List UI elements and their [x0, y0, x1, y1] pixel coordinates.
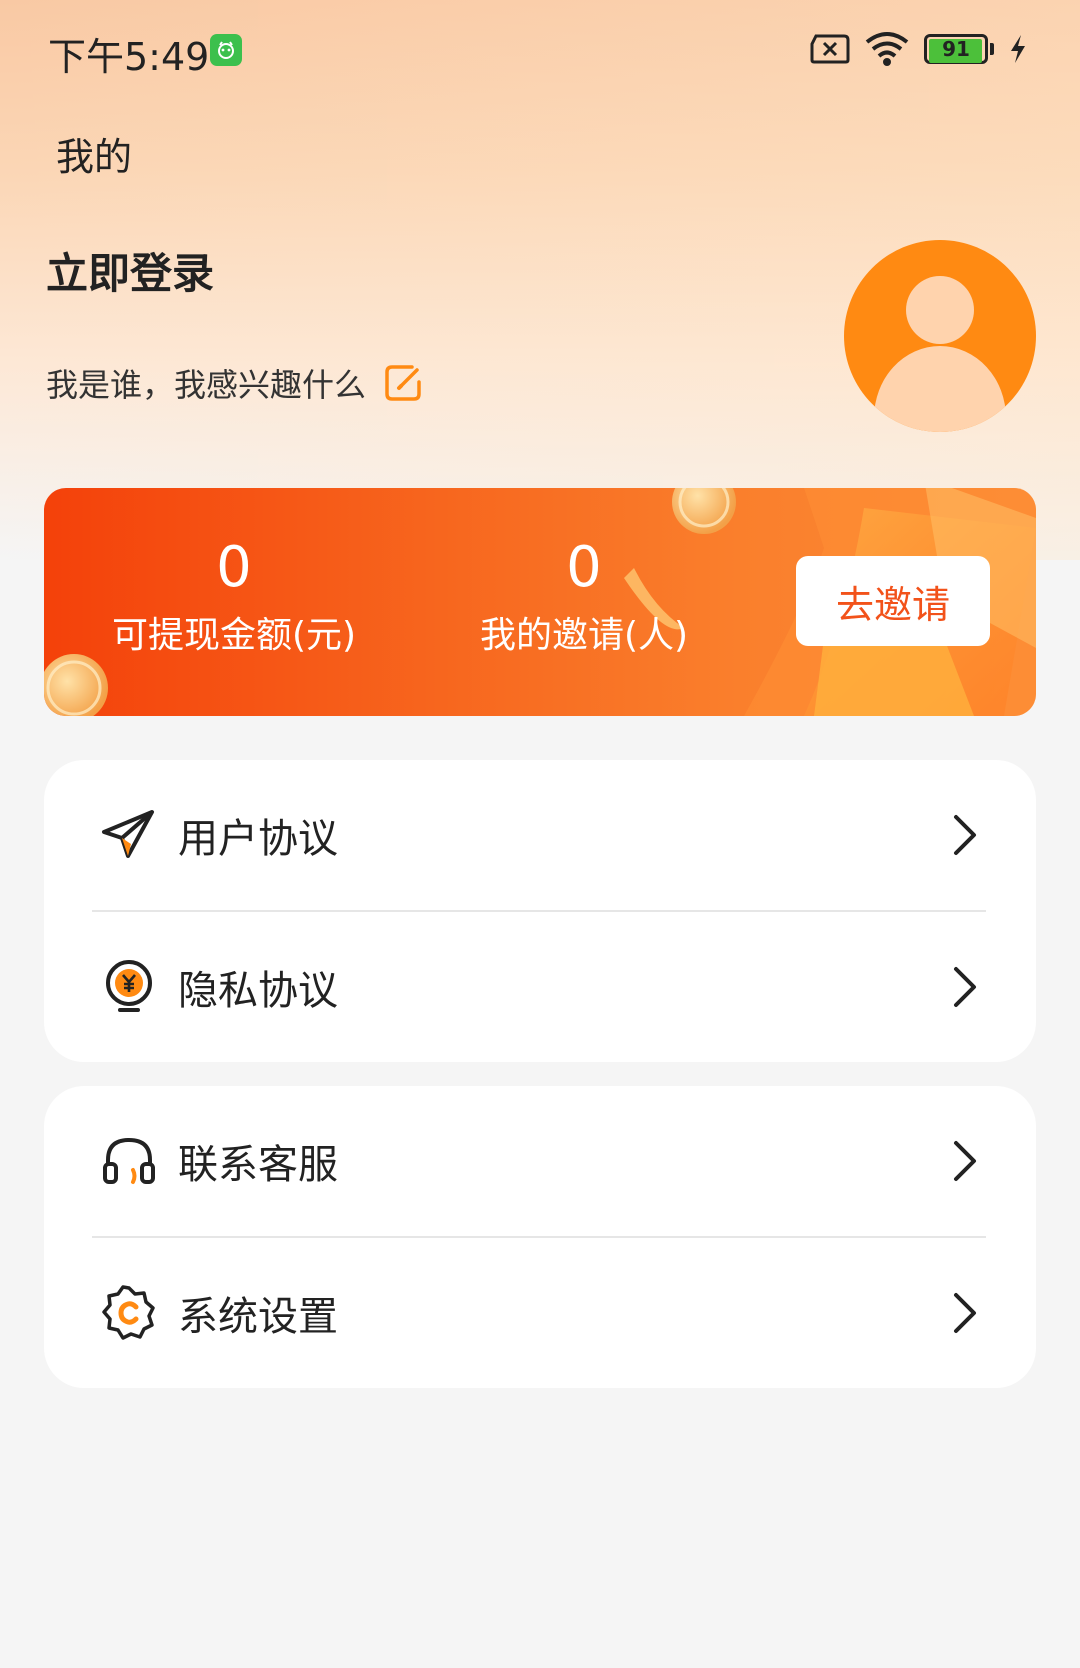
menu-item-system-settings[interactable]: 系统设置 — [44, 1238, 1036, 1388]
yuan-bulb-icon — [106, 960, 152, 1012]
login-button[interactable]: 立即登录 — [46, 240, 214, 301]
invite-count-value: 0 — [566, 535, 602, 600]
charging-icon — [1011, 35, 1025, 63]
menu-label: 用户协议 — [178, 816, 338, 862]
invite-banner: 0 可提现金额(元) 0 我的邀请(人) 去邀请 — [44, 488, 1036, 716]
chevron-right-icon — [954, 967, 976, 1007]
invite-button[interactable]: 去邀请 — [796, 556, 990, 646]
invite-count-label: 我的邀请(人) — [479, 615, 689, 656]
withdraw-amount-stat[interactable]: 0 可提现金额(元) — [84, 538, 384, 658]
bio-text: 我是谁，我感兴趣什么 — [46, 366, 367, 404]
headset-icon — [103, 1137, 155, 1184]
status-time: 下午5:49 — [48, 35, 210, 79]
menu-item-privacy-agreement[interactable]: 隐私协议 — [44, 912, 1036, 1062]
chevron-right-icon — [954, 1141, 976, 1181]
paper-plane-icon — [102, 810, 154, 858]
chevron-right-icon — [954, 1293, 976, 1333]
menu-label: 联系客服 — [178, 1142, 338, 1188]
menu-label: 系统设置 — [178, 1294, 338, 1340]
chevron-right-icon — [954, 815, 976, 855]
menu-card-support: 联系客服 系统设置 — [44, 1086, 1036, 1388]
app-notification-icon — [210, 34, 242, 66]
page-title: 我的 — [56, 135, 133, 179]
battery-level: 91 — [942, 37, 970, 61]
battery-cap — [990, 43, 994, 55]
avatar[interactable] — [844, 240, 1036, 432]
withdraw-amount-label: 可提现金额(元) — [111, 615, 357, 656]
withdraw-amount-value: 0 — [216, 535, 252, 600]
bio-edit-row[interactable]: 我是谁，我感兴趣什么 — [46, 360, 424, 406]
menu-card-agreements: 用户协议 隐私协议 — [44, 760, 1036, 1062]
default-user-icon — [874, 276, 1006, 432]
menu-item-user-agreement[interactable]: 用户协议 — [44, 760, 1036, 910]
wifi-icon — [865, 32, 909, 66]
status-bar: 下午5:49 91 — [0, 0, 1080, 100]
gear-icon — [102, 1285, 155, 1340]
menu-label: 隐私协议 — [178, 968, 338, 1014]
menu-item-customer-service[interactable]: 联系客服 — [44, 1086, 1036, 1236]
battery-icon: 91 — [924, 34, 988, 64]
invite-count-stat[interactable]: 0 我的邀请(人) — [434, 538, 734, 658]
status-indicators: 91 — [810, 30, 1028, 68]
edit-icon — [385, 365, 421, 401]
no-sim-icon — [810, 34, 850, 64]
